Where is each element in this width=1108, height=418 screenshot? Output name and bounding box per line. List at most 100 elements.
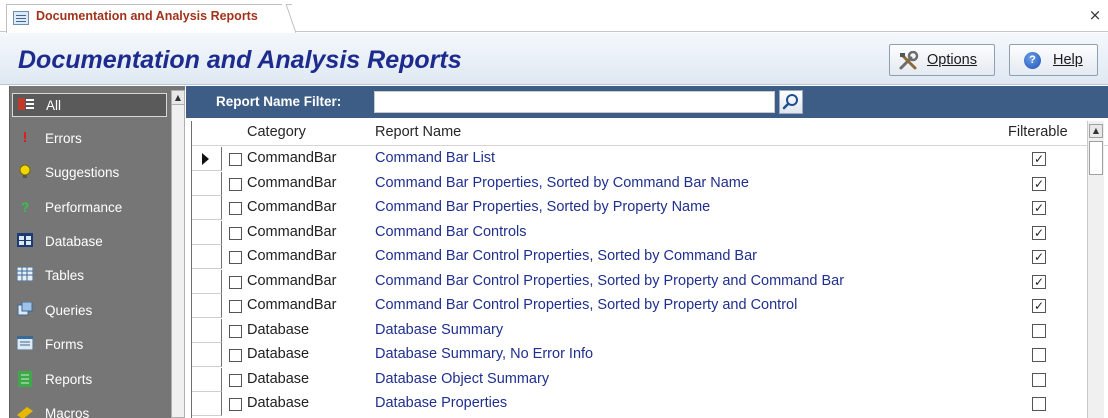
table-row[interactable]: CommandBar Command Bar Control Properties… xyxy=(192,269,1108,295)
sidebar-item-label: Performance xyxy=(45,200,123,215)
scroll-up-arrow-icon[interactable]: ▲ xyxy=(172,91,184,105)
filterable-checkbox[interactable]: ✓ xyxy=(1032,201,1046,215)
table-row[interactable]: CommandBar Command Bar List ✓ xyxy=(192,147,1108,172)
report-name-link[interactable]: Command Bar Control Properties, Sorted b… xyxy=(375,273,844,289)
record-selector[interactable] xyxy=(192,294,222,318)
column-header-filterable[interactable]: Filterable xyxy=(1008,124,1068,140)
table-row[interactable]: CommandBar Command Bar Properties, Sorted… xyxy=(192,196,1108,221)
filterable-checkbox[interactable]: ✓ xyxy=(1032,152,1046,166)
table-row[interactable]: CommandBar Command Bar Control Properties… xyxy=(192,294,1108,319)
record-selector[interactable] xyxy=(192,367,222,392)
report-name-link[interactable]: Command Bar Control Properties, Sorted b… xyxy=(375,297,797,313)
tools-icon xyxy=(898,50,920,76)
report-name-link[interactable]: Command Bar Control Properties, Sorted b… xyxy=(375,248,757,264)
table-row[interactable]: Database Database Object Summary xyxy=(192,367,1108,393)
search-button[interactable] xyxy=(779,90,803,114)
sidebar-item-database[interactable]: Database xyxy=(12,226,167,258)
record-selector[interactable] xyxy=(192,318,222,343)
report-name-link[interactable]: Database Summary xyxy=(375,322,503,338)
category-cell: Database xyxy=(247,321,310,338)
filterable-checkbox[interactable] xyxy=(1032,323,1046,338)
scroll-up-arrow-icon[interactable]: ▲ xyxy=(1089,124,1103,138)
options-button[interactable]: Options xyxy=(889,44,995,76)
row-select-checkbox[interactable] xyxy=(229,349,242,362)
sidebar-item-queries[interactable]: Queries xyxy=(12,295,167,327)
sidebar-item-errors[interactable]: ! Errors xyxy=(12,123,167,155)
report-name-link[interactable]: Command Bar Properties, Sorted by Comman… xyxy=(375,175,749,191)
table-row[interactable]: CommandBar Command Bar Controls ✓ xyxy=(192,220,1108,246)
category-cell: CommandBar xyxy=(247,174,337,191)
record-selector[interactable] xyxy=(192,220,222,245)
grid-scrollbar[interactable]: ▲ xyxy=(1087,121,1104,418)
sidebar-item-all[interactable]: All xyxy=(12,93,167,117)
sidebar-scrollbar[interactable]: ▲ xyxy=(171,90,185,418)
report-name-link[interactable]: Database Summary, No Error Info xyxy=(375,346,593,362)
report-name-link[interactable]: Command Bar Properties, Sorted by Proper… xyxy=(375,199,710,215)
sidebar-item-label: Macros xyxy=(45,406,90,418)
page-title: Documentation and Analysis Reports xyxy=(18,46,462,74)
record-selector[interactable] xyxy=(192,171,222,196)
filterable-checkbox[interactable]: ✓ xyxy=(1032,274,1046,289)
row-select-checkbox[interactable] xyxy=(229,373,242,387)
document-tab[interactable]: Documentation and Analysis Reports xyxy=(6,4,292,33)
sidebar-item-label: Database xyxy=(45,234,103,249)
category-cell: Database xyxy=(247,370,310,387)
sidebar-item-tables[interactable]: Tables xyxy=(12,260,167,292)
current-record-indicator[interactable] xyxy=(192,147,222,171)
query-icon xyxy=(17,301,33,318)
sidebar-item-macros[interactable]: Macros xyxy=(12,398,167,418)
table-row[interactable]: CommandBar Command Bar Control Properties… xyxy=(192,245,1108,270)
macro-icon xyxy=(17,405,33,418)
report-name-link[interactable]: Database Object Summary xyxy=(375,371,549,387)
report-icon xyxy=(17,371,33,387)
filterable-checkbox[interactable] xyxy=(1032,372,1046,387)
table-row[interactable]: Database Database Properties xyxy=(192,392,1108,417)
help-label: Help xyxy=(1053,52,1083,68)
row-select-checkbox[interactable] xyxy=(229,251,242,264)
table-row[interactable]: CommandBar Command Bar Properties, Sorted… xyxy=(192,171,1108,197)
category-cell: Database xyxy=(247,395,310,411)
scroll-thumb[interactable] xyxy=(1089,141,1103,175)
report-name-filter-input[interactable] xyxy=(374,91,775,113)
options-label: Options xyxy=(927,52,977,68)
report-name-link[interactable]: Command Bar Controls xyxy=(375,224,527,240)
row-select-checkbox[interactable] xyxy=(229,202,242,215)
row-select-checkbox[interactable] xyxy=(229,398,242,411)
filterable-checkbox[interactable]: ✓ xyxy=(1032,250,1046,264)
category-cell: CommandBar xyxy=(247,223,337,240)
category-cell: Database xyxy=(247,346,310,362)
report-name-link[interactable]: Command Bar List xyxy=(375,150,495,166)
sidebar-item-performance[interactable]: ? Performance xyxy=(12,192,167,224)
record-selector[interactable] xyxy=(192,269,222,294)
sidebar-item-forms[interactable]: Forms xyxy=(12,329,167,361)
filterable-checkbox[interactable] xyxy=(1032,397,1046,411)
row-select-checkbox[interactable] xyxy=(229,153,242,166)
close-tab-icon[interactable]: × xyxy=(1086,6,1104,24)
record-selector[interactable] xyxy=(192,196,222,220)
table-row[interactable]: Database Database Summary xyxy=(192,318,1108,344)
table-row[interactable]: Database Database Summary, No Error Info xyxy=(192,343,1108,368)
help-button[interactable]: ? Help xyxy=(1009,44,1098,76)
filterable-checkbox[interactable]: ✓ xyxy=(1032,176,1046,191)
column-header-report-name[interactable]: Report Name xyxy=(375,124,461,140)
sidebar-item-reports[interactable]: Reports xyxy=(12,364,167,396)
column-header-category[interactable]: Category xyxy=(247,124,306,140)
row-select-checkbox[interactable] xyxy=(229,324,242,338)
record-selector[interactable] xyxy=(192,392,222,416)
record-selector[interactable] xyxy=(192,245,222,269)
grid-rows: CommandBar Command Bar List ✓ CommandBar Com… xyxy=(192,147,1108,417)
row-select-checkbox[interactable] xyxy=(229,177,242,191)
report-name-link[interactable]: Database Properties xyxy=(375,395,507,411)
sidebar-item-label: Suggestions xyxy=(45,165,120,180)
access-form-window: Documentation and Analysis Reports × Doc… xyxy=(0,0,1108,418)
sidebar-item-suggestions[interactable]: Suggestions xyxy=(12,157,167,189)
record-selector[interactable] xyxy=(192,343,222,367)
category-cell: CommandBar xyxy=(247,248,337,264)
row-select-checkbox[interactable] xyxy=(229,226,242,240)
row-select-checkbox[interactable] xyxy=(229,300,242,313)
filterable-checkbox[interactable]: ✓ xyxy=(1032,299,1046,313)
filterable-checkbox[interactable] xyxy=(1032,348,1046,362)
row-select-checkbox[interactable] xyxy=(229,275,242,289)
document-tab-label: Documentation and Analysis Reports xyxy=(36,9,258,23)
filterable-checkbox[interactable]: ✓ xyxy=(1032,225,1046,240)
